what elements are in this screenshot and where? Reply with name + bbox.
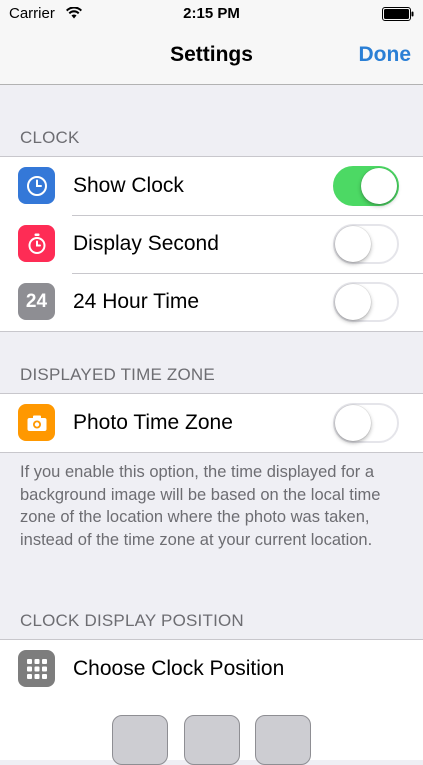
display-second-row[interactable]: Display Second [0,215,423,273]
grid-icon [18,650,55,687]
show-clock-label: Show Clock [73,174,184,197]
position-option-center[interactable] [184,715,240,765]
battery-icon [382,7,414,21]
show-clock-row[interactable]: Show Clock [0,157,423,215]
photo-time-zone-label: Photo Time Zone [73,411,233,434]
position-option-right[interactable] [255,715,311,765]
clock-icon [18,167,55,204]
24-icon-text: 24 [25,290,48,312]
section-header-position: CLOCK DISPLAY POSITION [20,611,244,630]
24-hour-time-label: 24 Hour Time [73,290,200,313]
stopwatch-icon [18,225,55,262]
24-icon: 24 [18,283,55,320]
time-zone-group: Photo Time Zone [0,393,423,453]
position-option-left[interactable] [112,715,168,765]
24-hour-time-toggle[interactable] [333,282,399,322]
status-time: 2:15 PM [183,5,240,22]
toggle-knob [335,405,371,441]
toggle-knob [335,226,371,262]
display-second-toggle[interactable] [333,224,399,264]
navigation-bar: Settings Done [0,28,423,85]
toggle-knob [361,168,397,204]
time-zone-footer-note: If you enable this option, the time disp… [20,463,381,549]
choose-clock-position-label: Choose Clock Position [73,657,285,680]
show-clock-toggle[interactable] [333,166,399,206]
display-second-label: Display Second [73,232,219,255]
photo-time-zone-row[interactable]: Photo Time Zone [0,394,423,452]
photo-time-zone-toggle[interactable] [333,403,399,443]
section-header-clock: CLOCK [20,128,80,147]
camera-icon [18,404,55,441]
done-button[interactable]: Done [359,43,412,67]
toggle-knob [335,284,371,320]
status-bar: Carrier 2:15 PM [0,0,423,28]
section-header-time-zone: DISPLAYED TIME ZONE [20,365,215,384]
clock-settings-group: Show Clock Display Second 24 24 Hour Tim… [0,156,423,332]
24-hour-time-row[interactable]: 24 24 Hour Time [0,273,423,331]
choose-clock-position-row[interactable]: Choose Clock Position [0,640,423,698]
